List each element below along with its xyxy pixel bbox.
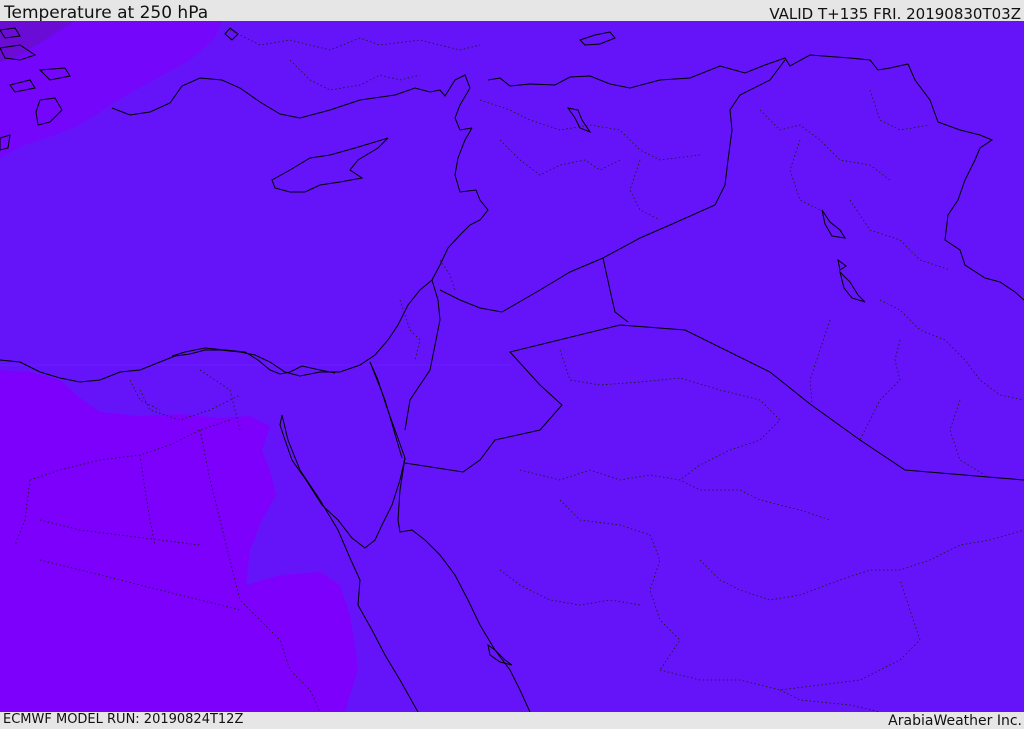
model-run-label: ECMWF MODEL RUN: 20190824T12Z [3, 712, 244, 727]
credit-label: ArabiaWeather Inc. [888, 713, 1022, 729]
map-canvas [0, 21, 1024, 712]
footer-bar: ECMWF MODEL RUN: 20190824T12Z ArabiaWeat… [0, 712, 1024, 729]
header-bar: Temperature at 250 hPa VALID T+135 FRI. … [0, 0, 1024, 23]
map-title: Temperature at 250 hPa [4, 3, 209, 23]
weather-map-page: Temperature at 250 hPa VALID T+135 FRI. … [0, 0, 1024, 729]
map-panel [0, 21, 1024, 712]
